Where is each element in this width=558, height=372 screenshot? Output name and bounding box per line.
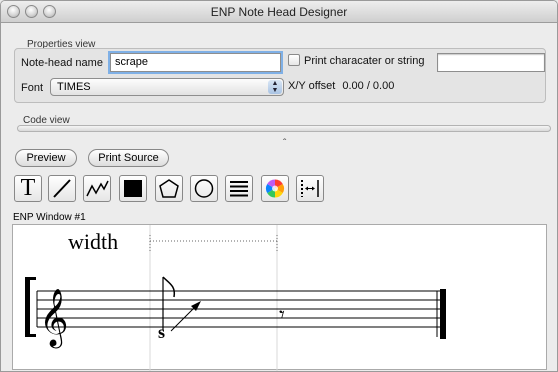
treble-clef-icon: 𝄞 — [39, 288, 69, 349]
font-popup[interactable]: TIMES ▲ ▼ — [50, 78, 284, 96]
color-wheel-icon — [265, 179, 285, 198]
polygon-tool-button[interactable] — [155, 175, 183, 202]
filled-rect-tool-button[interactable] — [119, 175, 147, 202]
final-thick-barline — [440, 289, 446, 339]
chevron-updown-icon: ▲ ▼ — [268, 80, 282, 94]
window-title: ENP Note Head Designer — [210, 5, 348, 19]
code-view-scrollbar[interactable] — [17, 125, 551, 132]
system-bracket — [25, 277, 30, 337]
split-pane-up-arrow[interactable]: ˆ — [283, 138, 286, 149]
enp-window-label: ENP Window #1 — [13, 212, 86, 223]
filled-square-icon — [124, 180, 142, 197]
title-bar: ENP Note Head Designer — [1, 1, 557, 23]
bracket-bottom — [25, 334, 36, 337]
text-tool-button[interactable]: T — [14, 175, 42, 202]
note-head-name-field[interactable]: scrape — [110, 53, 281, 72]
print-source-button[interactable]: Print Source — [88, 149, 169, 167]
color-tool-button[interactable] — [261, 175, 289, 202]
font-popup-value: TIMES — [57, 81, 91, 93]
xy-offset-label: X/Y offset 0.00 / 0.00 — [288, 80, 394, 92]
scrape-notehead: s — [158, 322, 165, 342]
font-label: Font — [21, 82, 44, 94]
note-head-name-label: Note-head name — [21, 57, 103, 69]
polyline-tool-button[interactable] — [83, 175, 111, 202]
preview-button[interactable]: Preview — [15, 149, 77, 167]
circle-icon — [194, 179, 214, 198]
xy-offset-label-text: X/Y offset — [288, 80, 336, 92]
line-icon — [53, 179, 71, 198]
horizontal-lines-icon — [230, 181, 248, 197]
staff-lines — [37, 290, 445, 328]
print-character-checkbox[interactable] — [288, 54, 300, 66]
lines-tool-button[interactable] — [225, 175, 253, 202]
note-flag — [162, 276, 176, 298]
score-drawing: 𝄞 s 𝄾 — [25, 225, 446, 371]
spacing-icon — [301, 180, 319, 197]
text-T-icon: T — [20, 175, 36, 201]
line-tool-button[interactable] — [48, 175, 76, 202]
print-character-label: Print characater or string — [304, 55, 425, 67]
xy-offset-value: 0.00 / 0.00 — [342, 80, 395, 92]
spacing-tool-button[interactable] — [296, 175, 324, 202]
circle-tool-button[interactable] — [190, 175, 218, 202]
bracket-top — [25, 277, 36, 280]
eighth-rest-icon: 𝄾 — [279, 303, 285, 328]
zigzag-icon — [86, 180, 109, 197]
enp-score-canvas[interactable]: width 𝄞 s 𝄾 — [12, 224, 547, 371]
enp-note-head-designer-window: ENP Note Head Designer Properties view N… — [0, 0, 558, 372]
print-string-field[interactable] — [437, 53, 545, 72]
pentagon-icon — [159, 179, 179, 198]
